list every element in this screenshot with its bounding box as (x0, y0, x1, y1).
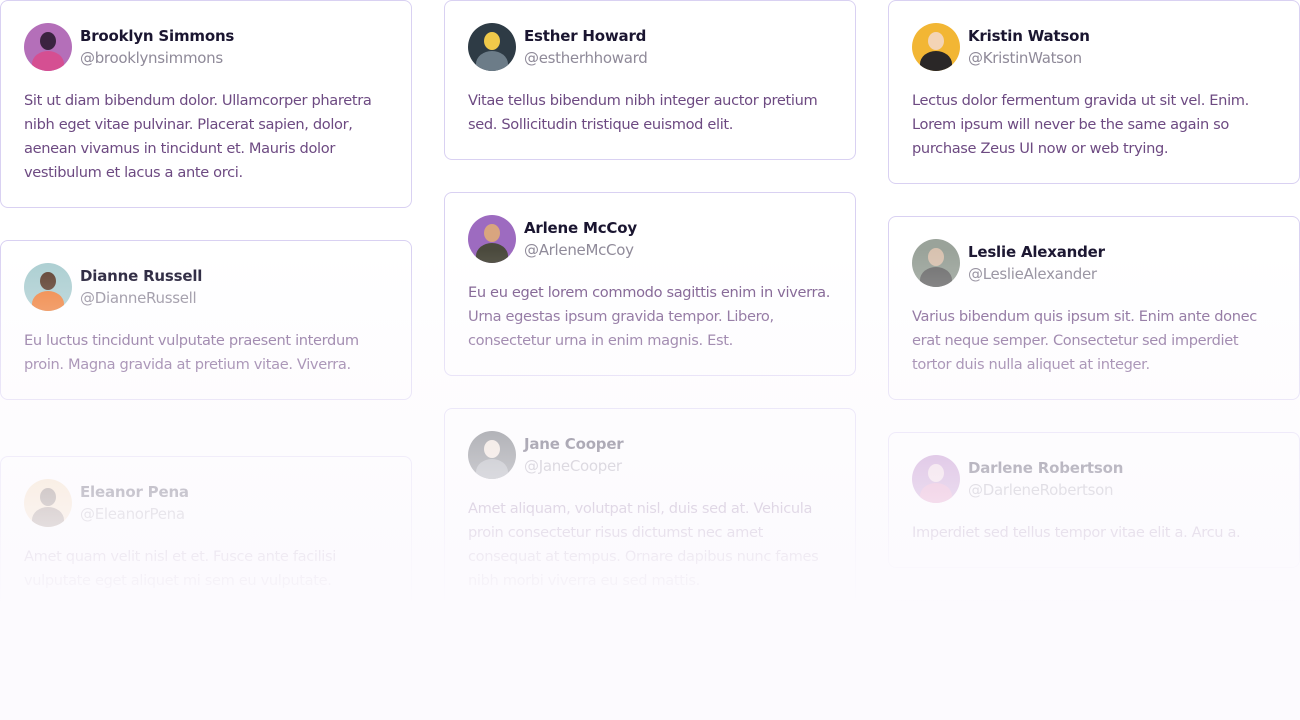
testimonial-card: Darlene Robertson @DarleneRobertson Impe… (888, 432, 1300, 568)
author-handle: @DianneRussell (80, 289, 197, 307)
testimonial-text: Varius bibendum quis ipsum sit. Enim ant… (912, 308, 1257, 373)
author-name: Brooklyn Simmons (80, 27, 235, 45)
testimonial-header: Eleanor Pena @EleanorPena (24, 479, 388, 527)
testimonial-header: Brooklyn Simmons @brooklynsimmons (24, 23, 388, 71)
testimonial-text: Eu luctus tincidunt vulputate praesent i… (24, 332, 359, 373)
author-name: Dianne Russell (80, 267, 203, 285)
avatar (468, 215, 516, 263)
testimonial-text: Eu eu eget lorem commodo sagittis enim i… (468, 284, 831, 349)
testimonial-card: Brooklyn Simmons @brooklynsimmons Sit ut… (0, 0, 412, 208)
testimonial-text: Lectus dolor fermentum gravida ut sit ve… (912, 92, 1249, 157)
testimonial-text: Amet aliquam, volutpat nisl, duis sed at… (468, 500, 819, 589)
testimonial-header: Jane Cooper @JaneCooper (468, 431, 832, 479)
testimonial-card: Dianne Russell @DianneRussell Eu luctus … (0, 240, 412, 400)
author-handle: @DarleneRobertson (968, 481, 1114, 499)
testimonial-header: Esther Howard @estherhhoward (468, 23, 832, 71)
author-handle: @LeslieAlexander (968, 265, 1097, 283)
avatar (912, 23, 960, 71)
testimonial-text: Amet quam velit nisl et et. Fusce ante f… (24, 548, 336, 589)
testimonial-card: Leslie Alexander @LeslieAlexander Varius… (888, 216, 1300, 400)
testimonial-text: Imperdiet sed tellus tempor vitae elit a… (912, 524, 1241, 541)
avatar (468, 23, 516, 71)
testimonial-header: Darlene Robertson @DarleneRobertson (912, 455, 1276, 503)
author-handle: @JaneCooper (524, 457, 622, 475)
testimonial-card: Kristin Watson @KristinWatson Lectus dol… (888, 0, 1300, 184)
testimonial-text: Vitae tellus bibendum nibh integer aucto… (468, 92, 818, 133)
author-name: Jane Cooper (524, 435, 624, 453)
avatar (24, 263, 72, 311)
avatar (468, 431, 516, 479)
author-name: Leslie Alexander (968, 243, 1105, 261)
author-handle: @estherhhoward (524, 49, 648, 67)
author-name: Esther Howard (524, 27, 647, 45)
testimonial-card: Arlene McCoy @ArleneMcCoy Eu eu eget lor… (444, 192, 856, 376)
testimonials-wall: Brooklyn Simmons @brooklynsimmons Sit ut… (0, 0, 1300, 720)
testimonial-header: Dianne Russell @DianneRussell (24, 263, 388, 311)
testimonial-card (888, 600, 1300, 720)
author-handle: @brooklynsimmons (80, 49, 223, 67)
avatar (24, 23, 72, 71)
testimonial-header: Arlene McCoy @ArleneMcCoy (468, 215, 832, 263)
testimonial-card: Eleanor Pena @EleanorPena Amet quam veli… (0, 456, 412, 616)
author-handle: @EleanorPena (80, 505, 185, 523)
author-handle: @KristinWatson (968, 49, 1082, 67)
testimonial-card: Jane Cooper @JaneCooper Amet aliquam, vo… (444, 408, 856, 616)
testimonial-card: Esther Howard @estherhhoward Vitae tellu… (444, 0, 856, 160)
testimonial-header: Kristin Watson @KristinWatson (912, 23, 1276, 71)
avatar (24, 479, 72, 527)
author-name: Kristin Watson (968, 27, 1090, 45)
testimonial-header: Leslie Alexander @LeslieAlexander (912, 239, 1276, 287)
avatar (912, 239, 960, 287)
author-name: Darlene Robertson (968, 459, 1124, 477)
author-handle: @ArleneMcCoy (524, 241, 634, 259)
author-name: Arlene McCoy (524, 219, 637, 237)
author-name: Eleanor Pena (80, 483, 189, 501)
testimonial-text: Sit ut diam bibendum dolor. Ullamcorper … (24, 92, 372, 181)
avatar (912, 455, 960, 503)
